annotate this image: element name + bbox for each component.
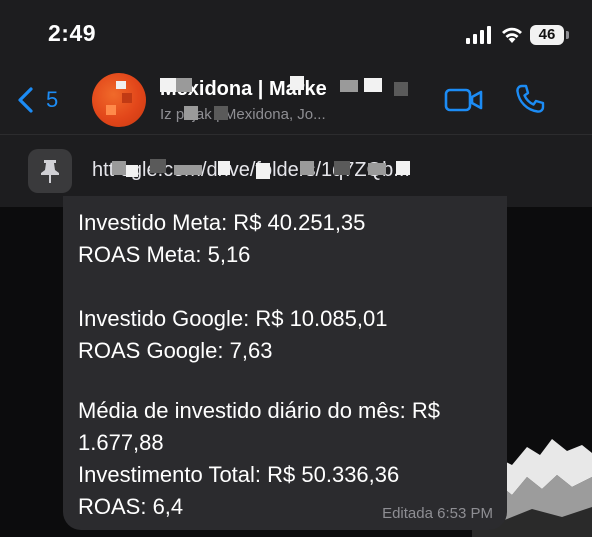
battery-nub — [566, 31, 569, 39]
redaction-block — [334, 161, 350, 175]
avatar-pixel — [122, 93, 132, 103]
edited-label: Editada — [382, 505, 433, 522]
status-bar: 2:49 46 — [0, 0, 592, 64]
chevron-left-icon — [18, 87, 33, 113]
chat-header: 5 Mexidona | Marke Iz pejak | Mexidona, … — [0, 64, 592, 134]
message-line: Investido Meta: R$ 40.251,35 — [78, 210, 366, 235]
message-line: Investido Google: R$ 10.085,01 — [78, 306, 388, 331]
redaction-block — [150, 159, 166, 173]
avatar-pixel — [116, 81, 126, 89]
cellular-signal-icon — [466, 26, 491, 44]
message-bubble[interactable]: Investido Meta: R$ 40.251,35 ROAS Meta: … — [63, 196, 507, 530]
message-meta: Editada 6:53 PM — [382, 505, 493, 522]
message-line: Investimento Total: R$ 50.336,36 — [78, 462, 400, 487]
message-line: 1.677,88 — [78, 430, 164, 455]
message-line: ROAS Meta: 5,16 — [78, 242, 251, 267]
redaction-block — [394, 82, 408, 96]
unread-count: 5 — [46, 87, 59, 112]
message-line: ROAS: 6,4 — [78, 494, 184, 519]
avatar-pixel — [106, 105, 116, 115]
redaction-block — [174, 165, 202, 175]
redaction-block — [396, 161, 410, 175]
redaction-block — [300, 161, 314, 175]
redaction-block — [214, 106, 228, 120]
back-button[interactable]: 5 — [16, 84, 58, 116]
message-line: ROAS Google: 7,63 — [78, 338, 273, 363]
pin-icon — [41, 160, 59, 183]
phone-call-icon[interactable] — [514, 83, 546, 115]
redaction-block — [160, 78, 176, 92]
redaction-block — [112, 161, 126, 175]
redaction-block — [256, 163, 270, 179]
redaction-block — [184, 106, 198, 120]
message-line: Média de investido diário do mês: R$ — [78, 398, 440, 423]
redaction-block — [364, 78, 382, 92]
redaction-block — [290, 76, 304, 90]
redaction-block — [368, 163, 386, 175]
video-call-icon[interactable] — [444, 88, 484, 112]
status-time: 2:49 — [48, 20, 97, 46]
redaction-block — [126, 165, 138, 177]
wifi-icon — [502, 27, 522, 43]
redaction-block — [176, 78, 192, 92]
contact-avatar[interactable] — [92, 73, 146, 127]
message-timestamp: 6:53 PM — [437, 505, 493, 522]
pin-icon-container — [28, 149, 72, 193]
redaction-block — [340, 80, 358, 92]
pinned-message-text: htt ogle.com/drive/folders/1q7ZQb... — [92, 159, 410, 181]
redaction-block — [218, 161, 230, 175]
battery-level: 46 — [530, 25, 564, 45]
